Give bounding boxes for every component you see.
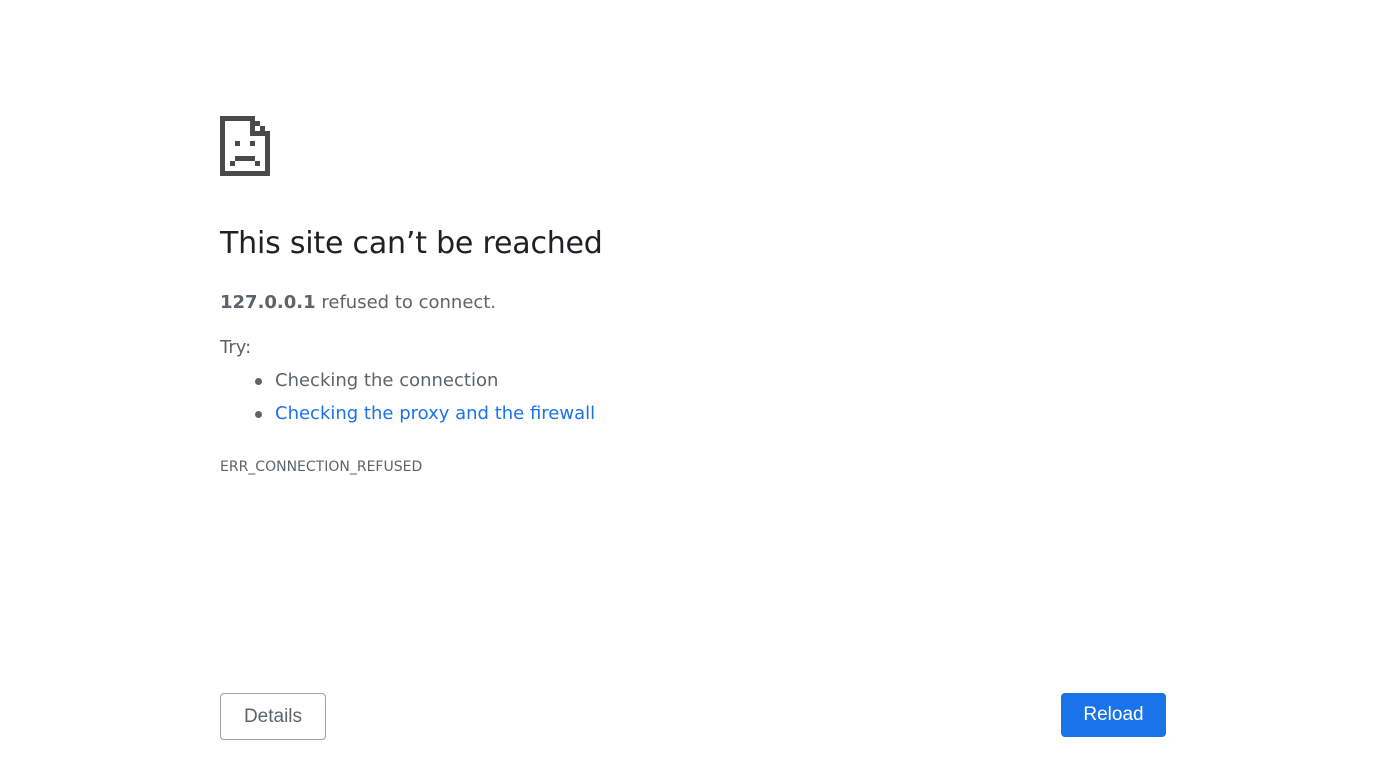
error-summary-text: refused to connect. xyxy=(315,292,497,313)
error-summary: 127.0.0.1 refused to connect. xyxy=(220,292,496,313)
proxy-firewall-link[interactable]: Checking the proxy and the firewall xyxy=(275,403,595,424)
reload-button[interactable]: Reload xyxy=(1061,693,1166,737)
suggestion-label: Checking the connection xyxy=(275,370,499,391)
details-button[interactable]: Details xyxy=(220,693,326,740)
error-page: This site can’t be reached 127.0.0.1 ref… xyxy=(0,0,1386,770)
suggestions-list: Checking the connection Checking the pro… xyxy=(220,366,595,432)
suggestion-item-connection: Checking the connection xyxy=(255,366,595,399)
page-title: This site can’t be reached xyxy=(220,226,603,261)
suggestion-item-proxy-firewall: Checking the proxy and the firewall xyxy=(255,399,595,432)
sad-page-icon xyxy=(220,116,270,176)
bullet-icon xyxy=(255,378,262,385)
try-label: Try: xyxy=(220,337,252,358)
bullet-icon xyxy=(255,411,262,418)
error-host: 127.0.0.1 xyxy=(220,292,316,313)
error-code: ERR_CONNECTION_REFUSED xyxy=(220,459,423,475)
